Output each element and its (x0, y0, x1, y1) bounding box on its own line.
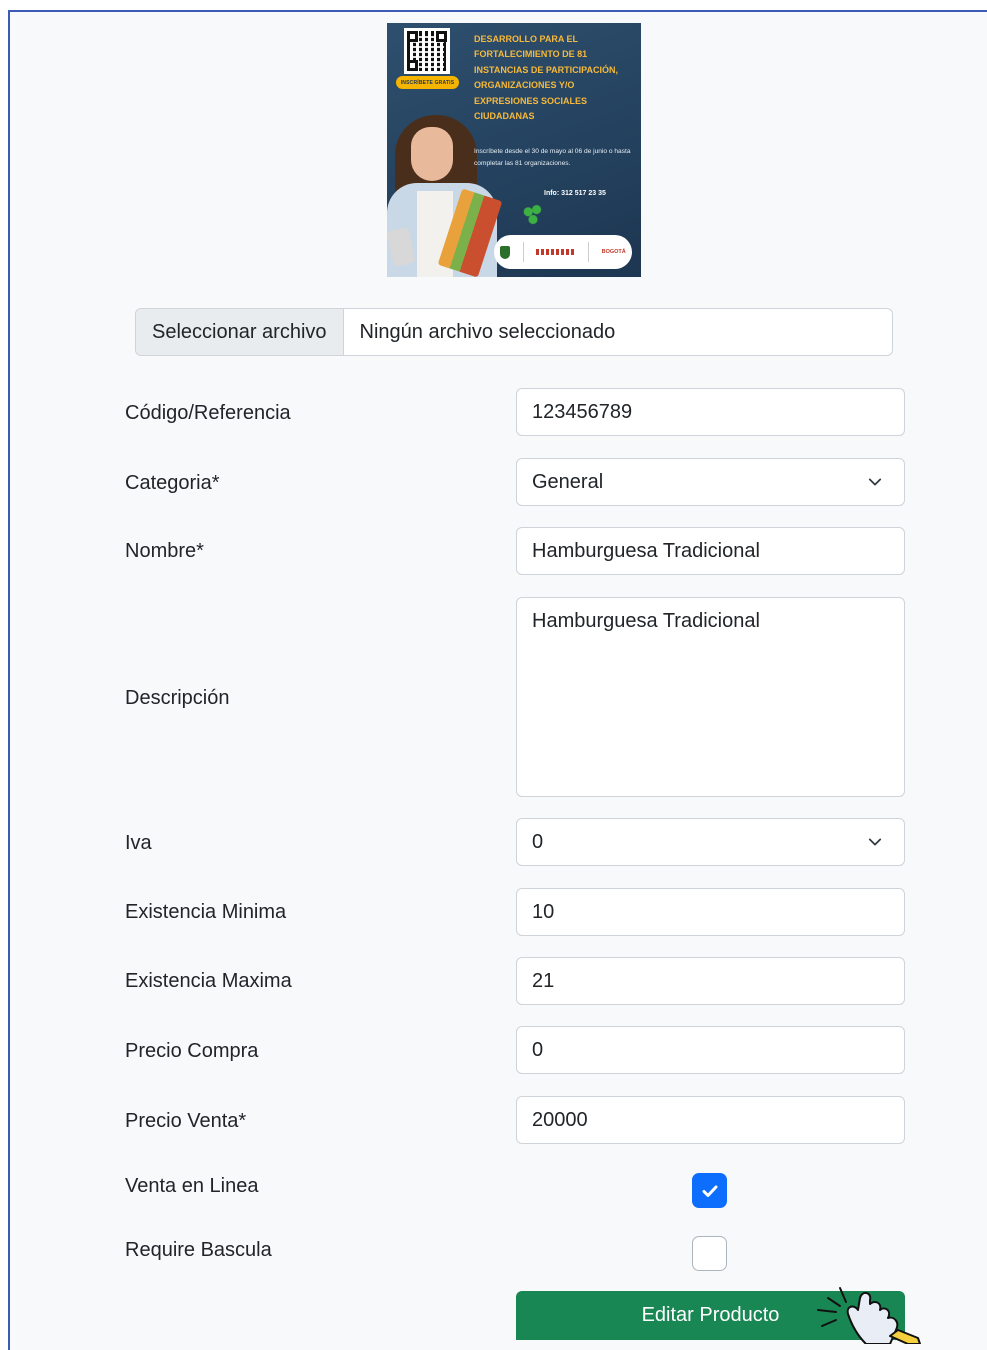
existencia-maxima-input[interactable]: 21 (516, 957, 905, 1005)
codigo-input[interactable]: 123456789 (516, 388, 905, 436)
venta-en-linea-label: Venta en Linea (125, 1175, 259, 1197)
nombre-input[interactable]: Hamburguesa Tradicional (516, 527, 905, 575)
green-logo-icon (521, 203, 545, 225)
poster-info: Info: 312 517 23 35 (544, 190, 606, 197)
require-bascula-checkbox[interactable] (692, 1236, 727, 1271)
chevron-down-icon (868, 478, 882, 486)
descripcion-label: Descripción (125, 687, 230, 709)
chevron-down-icon (868, 838, 882, 846)
precio-venta-label: Precio Venta* (125, 1110, 247, 1132)
poster-badge: INSCRÍBETE GRATIS (396, 76, 459, 89)
poster-girl-face (411, 127, 453, 181)
shield-icon (500, 245, 511, 259)
descripcion-textarea[interactable]: Hamburguesa Tradicional (516, 597, 905, 797)
poster-logo-bar: BOGOTÁ (494, 235, 632, 269)
existencia-maxima-label: Existencia Maxima (125, 970, 292, 992)
poster-body: Inscríbete desde el 30 de mayo al 06 de … (474, 148, 631, 167)
precio-compra-input[interactable]: 0 (516, 1026, 905, 1074)
qr-code-icon (404, 28, 450, 74)
secretaria-logo-icon (535, 249, 576, 255)
file-input[interactable]: Seleccionar archivo Ningún archivo selec… (135, 308, 893, 356)
iva-selected-value: 0 (532, 830, 544, 853)
existencia-minima-input[interactable]: 10 (516, 888, 905, 936)
nombre-label: Nombre* (125, 540, 204, 562)
select-file-button[interactable]: Seleccionar archivo (136, 309, 344, 355)
iva-label: Iva (125, 832, 152, 854)
file-status: Ningún archivo seleccionado (359, 320, 616, 343)
codigo-label: Código/Referencia (125, 402, 291, 424)
checkmark-icon (702, 1185, 717, 1197)
precio-venta-input[interactable]: 20000 (516, 1096, 905, 1144)
poster-headline: DESARROLLO PARA EL FORTALECIMIENTO DE 81… (474, 34, 619, 122)
bogota-logo: BOGOTÁ (601, 249, 626, 255)
pointing-hand-icon (817, 1287, 921, 1344)
categoria-label: Categoria* (125, 472, 220, 494)
categoria-select[interactable]: General (516, 458, 905, 506)
venta-en-linea-checkbox[interactable] (692, 1173, 727, 1208)
product-image: INSCRÍBETE GRATIS DESARROLLO PARA EL FOR… (387, 23, 641, 277)
categoria-selected-value: General (532, 470, 604, 493)
require-bascula-label: Require Bascula (125, 1239, 272, 1261)
existencia-minima-label: Existencia Minima (125, 901, 287, 923)
iva-select[interactable]: 0 (516, 818, 905, 866)
precio-compra-label: Precio Compra (125, 1040, 259, 1062)
